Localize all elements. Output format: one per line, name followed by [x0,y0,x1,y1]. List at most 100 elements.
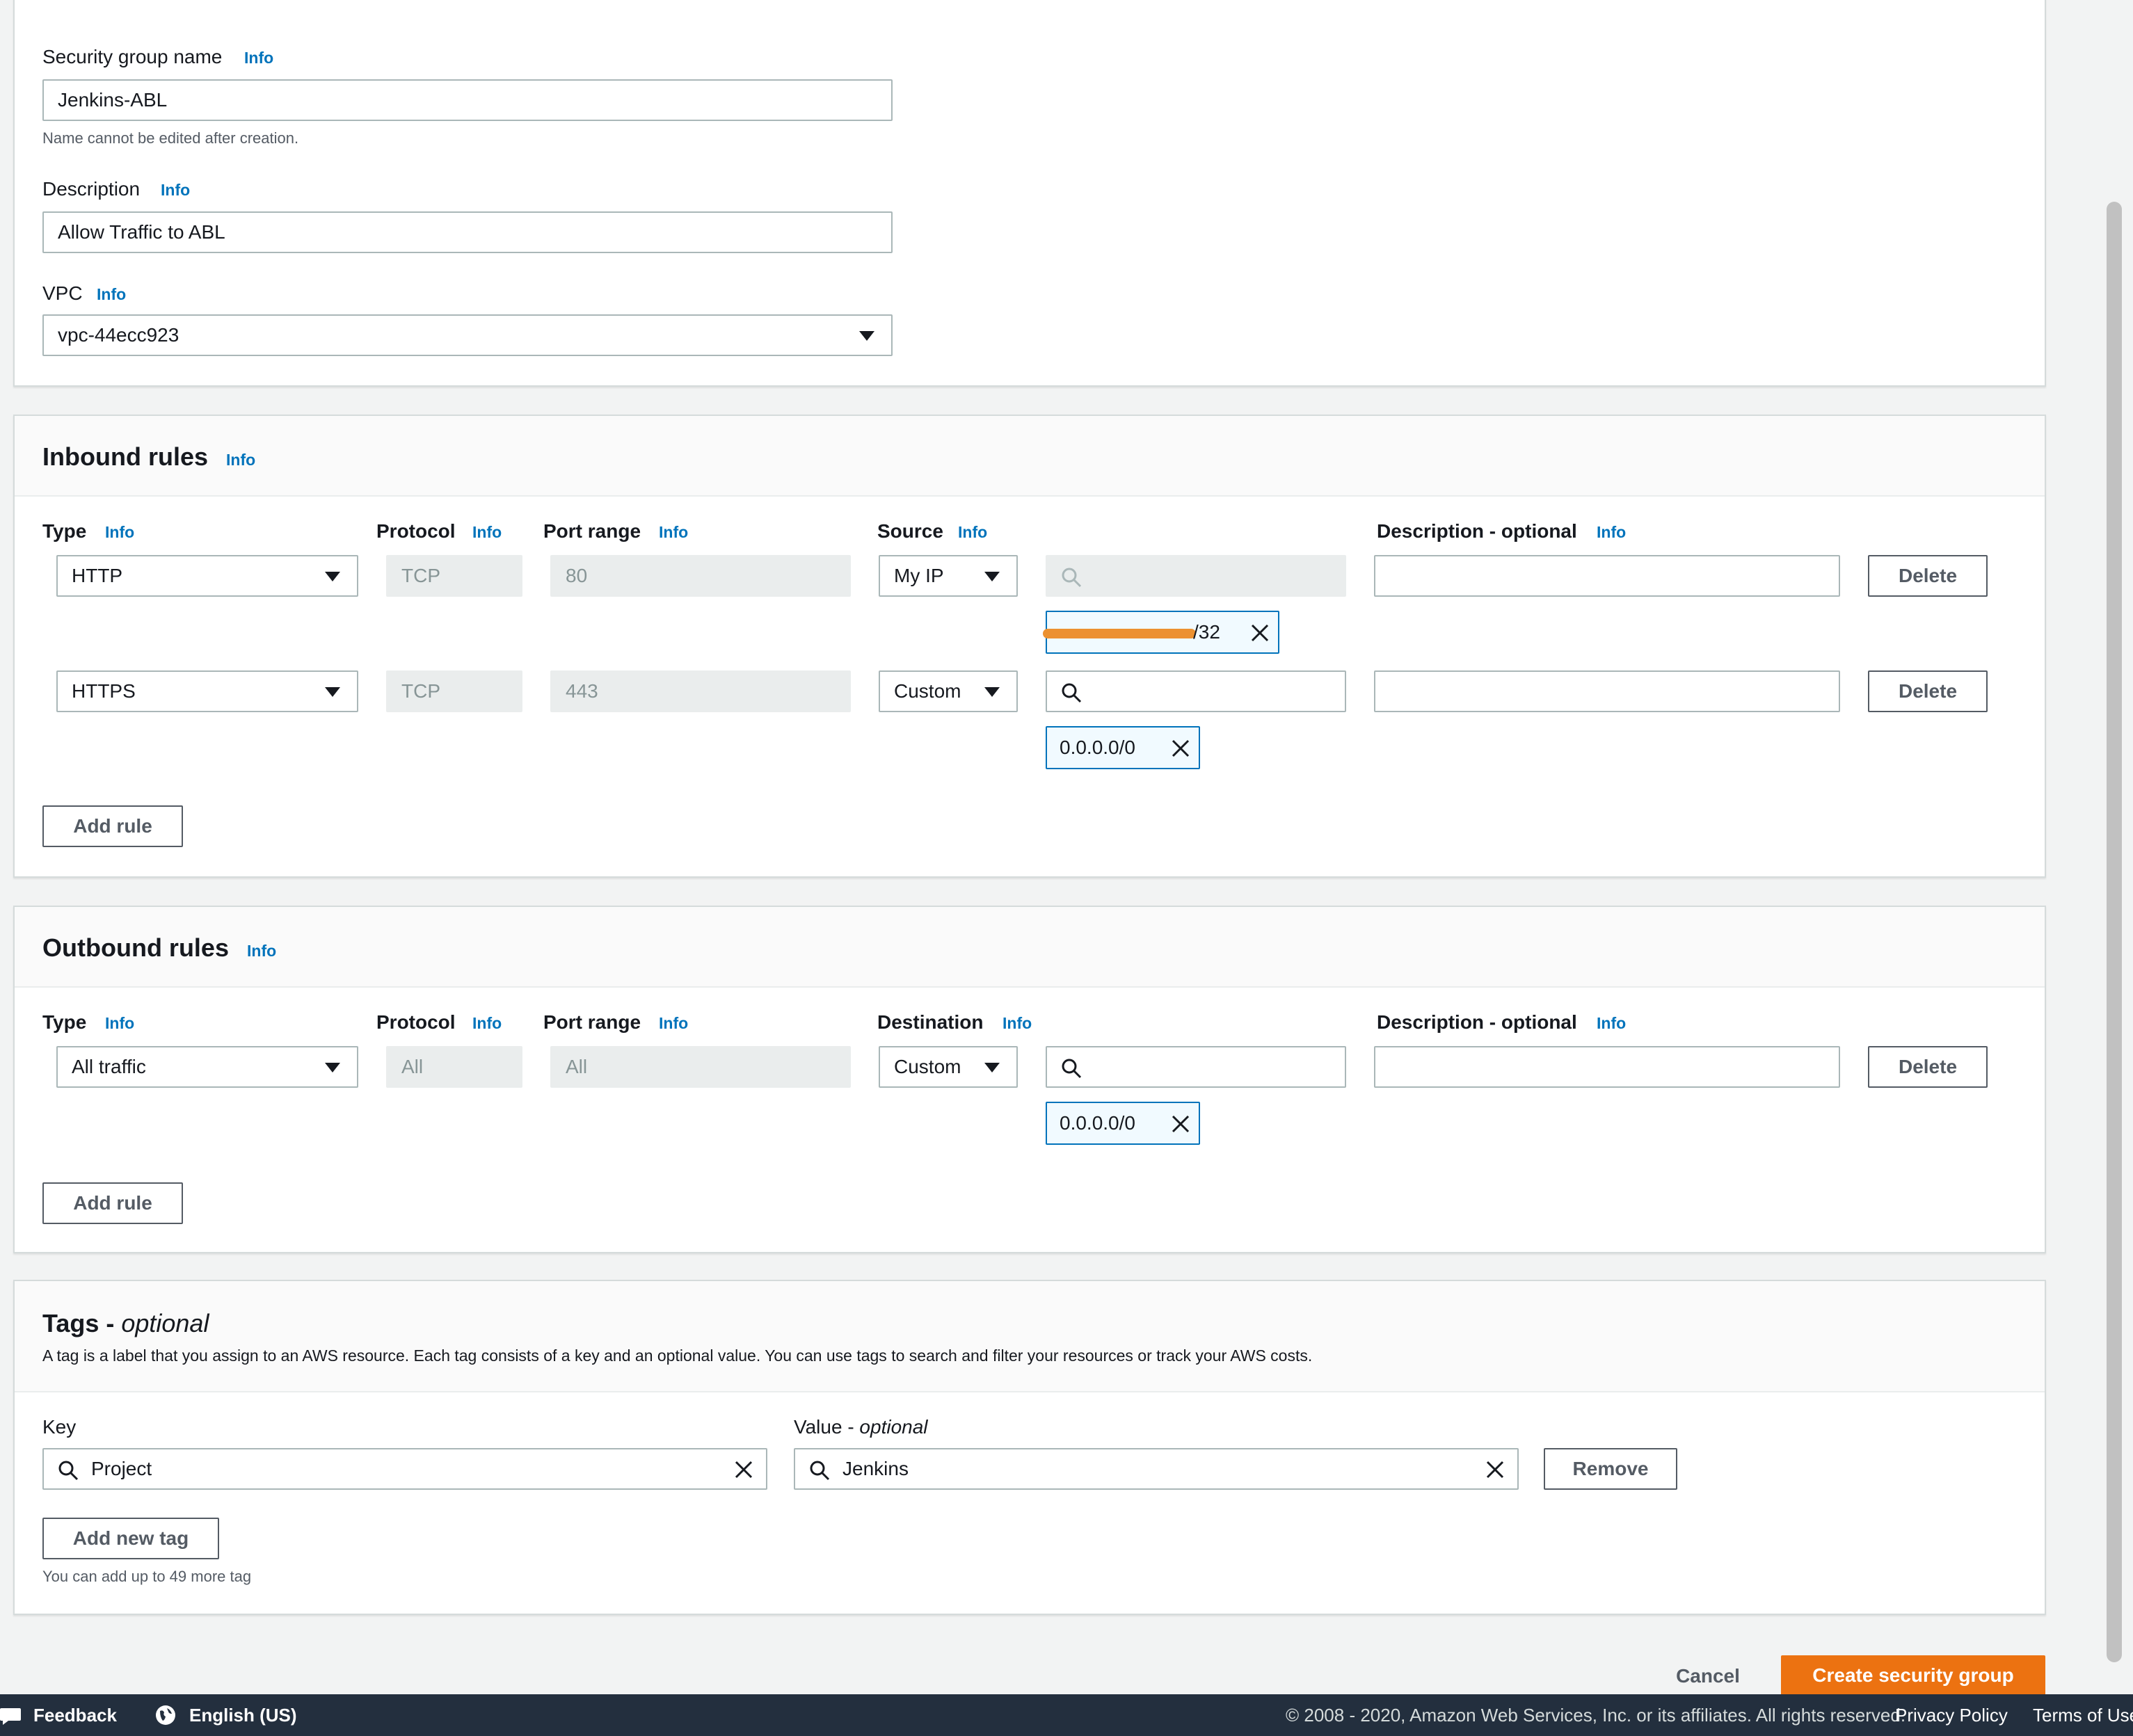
outbound-rules-panel: Outbound rules Info Type Info Protocol I… [13,906,2046,1253]
outbound-rule-1-description-input[interactable] [1374,1046,1840,1088]
inbound-rule-2-cidr-value: 0.0.0.0/0 [1060,737,1135,758]
search-icon [1062,683,1082,703]
clear-key-icon[interactable] [734,1460,753,1479]
inbound-rule-1-type-value: HTTP [72,565,123,586]
outbound-rule-1-delete-button[interactable]: Delete [1868,1046,1988,1088]
vpc-info-link[interactable]: Info [97,285,126,304]
inbound-rule-1-port-range: 80 [550,555,851,597]
tag-value-label: Value - optional [794,1416,928,1438]
tag-key-input[interactable]: Project [42,1448,767,1490]
outbound-description-label: Description - optional [1377,1011,1577,1033]
outbound-rule-1-destination-select[interactable]: Custom [879,1046,1018,1088]
outbound-rule-1-cidr-value: 0.0.0.0/0 [1060,1112,1135,1134]
feedback-link[interactable]: Feedback [33,1694,117,1736]
outbound-port-range-info-link[interactable]: Info [659,1014,688,1033]
outbound-type-label: Type [42,1011,87,1033]
vpc-label: VPC [42,282,83,304]
description-input[interactable]: Allow Traffic to ABL [42,211,893,253]
cancel-button[interactable]: Cancel [1656,1655,1760,1697]
inbound-rule-2-type-select[interactable]: HTTPS [56,670,358,712]
clear-value-icon[interactable] [1485,1460,1505,1479]
inbound-type-info-link[interactable]: Info [105,523,134,542]
tag-remove-button[interactable]: Remove [1544,1448,1677,1490]
tag-key-value: Project [91,1458,152,1479]
inbound-protocol-label: Protocol [376,520,456,542]
tag-value-label-text: Value - [794,1416,860,1438]
inbound-description-info-link[interactable]: Info [1597,523,1626,542]
chevron-down-icon [325,572,340,581]
outbound-add-rule-button[interactable]: Add rule [42,1182,183,1224]
inbound-rule-1-source-select[interactable]: My IP [879,555,1018,597]
inbound-rule-2-cidr-search[interactable] [1046,670,1346,712]
outbound-rule-1-port-range: All [550,1046,851,1088]
chevron-down-icon [984,687,1000,697]
inbound-rule-2-delete-button[interactable]: Delete [1868,670,1988,712]
inbound-add-rule-button[interactable]: Add rule [42,805,183,847]
vpc-select[interactable]: vpc-44ecc923 [42,314,893,356]
create-security-group-button[interactable]: Create security group [1781,1655,2045,1697]
outbound-rule-1-type-value: All traffic [72,1056,146,1077]
redaction-mark [1043,629,1196,638]
description-info-link[interactable]: Info [161,181,190,200]
outbound-destination-info-link[interactable]: Info [1002,1014,1032,1033]
privacy-policy-link[interactable]: Privacy Policy [1895,1694,2008,1736]
inbound-rule-2-protocol: TCP [386,670,522,712]
security-group-name-label: Security group name [42,46,223,67]
inbound-rule-1-type-select[interactable]: HTTP [56,555,358,597]
security-group-name-input[interactable]: Jenkins-ABL [42,79,893,121]
inbound-source-info-link[interactable]: Info [958,523,987,542]
scrollbar-thumb[interactable] [2107,202,2122,1662]
vpc-select-value: vpc-44ecc923 [58,324,179,346]
inbound-rule-1-cidr-search[interactable] [1046,555,1346,597]
tags-title-optional: optional [121,1309,209,1337]
chevron-down-icon [325,1063,340,1072]
security-group-name-info-link[interactable]: Info [244,49,273,67]
inbound-rule-1-description-input[interactable] [1374,555,1840,597]
outbound-rule-1-cidr-search[interactable] [1046,1046,1346,1088]
inbound-description-label: Description - optional [1377,520,1577,542]
outbound-rule-1-cidr-token: 0.0.0.0/0 [1046,1102,1200,1145]
chevron-down-icon [984,1063,1000,1072]
outbound-rules-header: Outbound rules Info [15,907,2045,988]
inbound-rule-2-description-input[interactable] [1374,670,1840,712]
inbound-rule-1-cidr-token: /32 [1043,611,1279,654]
add-new-tag-button[interactable]: Add new tag [42,1518,219,1559]
terms-of-use-link[interactable]: Terms of Use [2033,1694,2133,1736]
inbound-rule-2-port-range: 443 [550,670,851,712]
inbound-rule-1-delete-button[interactable]: Delete [1868,555,1988,597]
search-icon [1062,568,1082,588]
outbound-type-info-link[interactable]: Info [105,1014,134,1033]
inbound-rule-2-source-select[interactable]: Custom [879,670,1018,712]
close-icon[interactable] [1171,1114,1190,1134]
close-icon[interactable] [1171,739,1190,758]
tags-header: Tags - optional A tag is a label that yo… [15,1281,2045,1392]
outbound-destination-label: Destination [877,1011,984,1033]
security-group-name-hint: Name cannot be edited after creation. [42,129,299,147]
globe-icon [156,1705,175,1725]
tags-title: Tags - optional [42,1309,209,1338]
inbound-rules-info-link[interactable]: Info [226,451,255,469]
close-icon[interactable] [1250,623,1270,643]
language-selector[interactable]: English (US) [189,1694,297,1736]
outbound-rule-1-type-select[interactable]: All traffic [56,1046,358,1088]
tag-key-label: Key [42,1416,77,1438]
search-icon [58,1461,79,1481]
console-footer: Feedback English (US) © 2008 - 2020, Ama… [0,1694,2133,1736]
search-icon [1062,1059,1082,1079]
outbound-protocol-info-link[interactable]: Info [472,1014,502,1033]
inbound-rules-title: Inbound rules [42,442,208,471]
inbound-port-range-info-link[interactable]: Info [659,523,688,542]
chevron-down-icon [859,331,874,341]
chevron-down-icon [984,572,1000,581]
inbound-protocol-info-link[interactable]: Info [472,523,502,542]
feedback-icon [0,1708,21,1725]
tag-value-input[interactable]: Jenkins [794,1448,1519,1490]
outbound-description-info-link[interactable]: Info [1597,1014,1626,1033]
tag-value-label-optional: optional [859,1416,928,1438]
inbound-port-range-label: Port range [543,520,641,542]
tags-panel: Tags - optional A tag is a label that yo… [13,1280,2046,1615]
outbound-rules-info-link[interactable]: Info [247,942,276,961]
outbound-protocol-label: Protocol [376,1011,456,1033]
tags-title-text: Tags - [42,1309,122,1337]
basic-details-panel: Security group name Info Jenkins-ABL Nam… [13,0,2046,387]
